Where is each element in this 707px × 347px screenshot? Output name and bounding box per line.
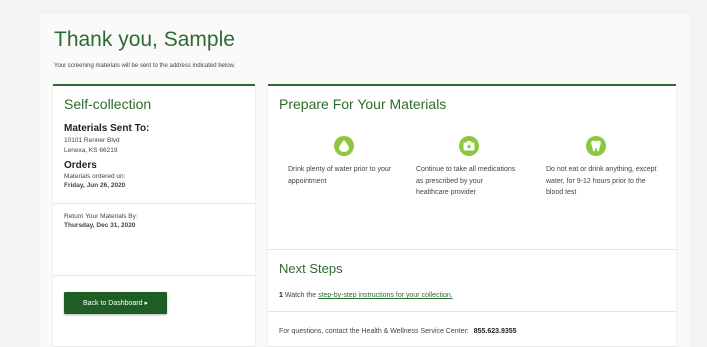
materials-sent-heading: Materials Sent To: — [64, 123, 150, 134]
address-line2: Lenexa, KS 66219 — [64, 147, 118, 154]
back-to-dashboard-button[interactable]: Back to Dashboard ▸ — [64, 292, 167, 314]
tooth-icon — [586, 136, 606, 156]
step-prefix: Watch the — [284, 292, 317, 299]
divider — [53, 275, 255, 276]
return-date: Thursday, Dec 31, 2020 — [64, 222, 136, 229]
medication-icon — [459, 136, 479, 156]
contact-row: For questions, contact the Health & Well… — [279, 328, 517, 335]
step-row: 1 Watch the step-by-step instructions fo… — [279, 292, 453, 299]
prepare-title: Prepare For Your Materials — [279, 96, 447, 112]
prep-item-text: Drink plenty of water prior to your appo… — [288, 166, 392, 185]
prep-item-text: Continue to take all medications as pres… — [416, 166, 516, 196]
page-subtitle: Your screening materials will be sent to… — [54, 63, 236, 69]
contact-phone: 855.623.9355 — [473, 328, 517, 335]
page: Thank you, Sample Your screening materia… — [40, 14, 690, 347]
self-collection-card: Self-collection Materials Sent To: 10101… — [53, 84, 255, 346]
water-drop-icon — [334, 136, 354, 156]
address-line1: 10101 Renner Blvd — [64, 137, 120, 144]
page-title: Thank you, Sample — [54, 28, 235, 51]
orders-heading: Orders — [64, 160, 97, 171]
divider — [53, 203, 255, 204]
contact-text: For questions, contact the Health & Well… — [279, 328, 469, 335]
next-steps-title: Next Steps — [279, 261, 343, 276]
divider — [268, 249, 676, 250]
divider — [268, 311, 676, 312]
step-instructions-link[interactable]: step-by-step instructions for your colle… — [318, 292, 453, 299]
ordered-on-date: Friday, Jun 26, 2020 — [64, 182, 126, 189]
step-number: 1 — [279, 292, 283, 299]
self-collection-title: Self-collection — [64, 96, 152, 112]
prepare-card: Prepare For Your Materials Drink plenty … — [268, 84, 676, 346]
prep-item-text: Do not eat or drink anything, except wat… — [546, 166, 657, 196]
